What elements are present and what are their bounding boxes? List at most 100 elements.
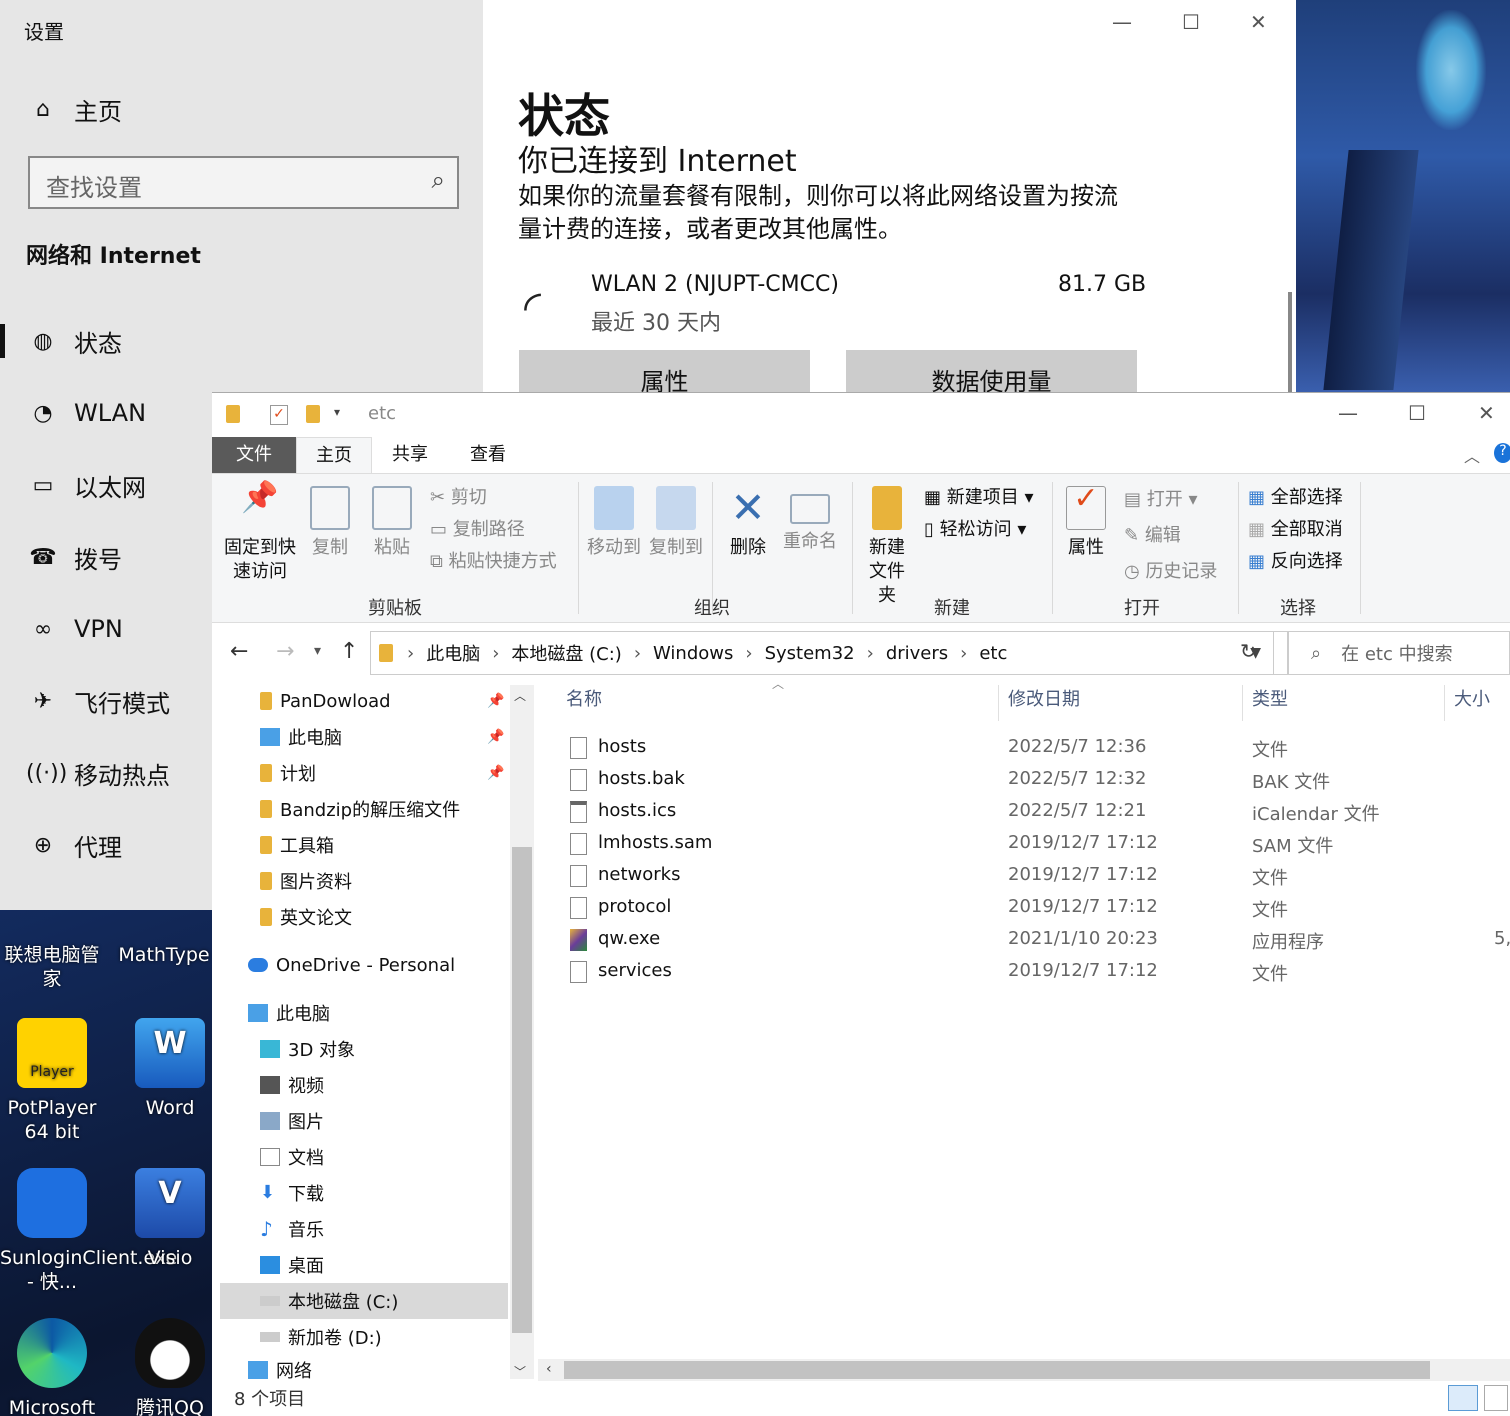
tab-share[interactable]: 共享: [372, 437, 448, 473]
properties-button[interactable]: 属性: [519, 350, 810, 396]
pin-quick-access-button[interactable]: 📌 固定到快速访问: [220, 483, 300, 584]
tree-scrollbar-thumb[interactable]: [512, 847, 532, 1333]
column-divider[interactable]: [1444, 685, 1445, 721]
file-row[interactable]: hosts.bak 2022/5/7 12:32 BAK 文件: [538, 764, 1510, 796]
column-date[interactable]: 修改日期: [1008, 685, 1080, 711]
tree-onedrive[interactable]: OneDrive - Personal: [248, 947, 455, 983]
delete-button[interactable]: ✕ 删除: [720, 486, 776, 560]
refresh-icon[interactable]: ↻: [1240, 639, 1257, 663]
file-row[interactable]: hosts.ics 2022/5/7 12:21 iCalendar 文件: [538, 796, 1510, 828]
desktop-icon-qq[interactable]: 腾讯QQ: [118, 1318, 222, 1416]
settings-close-button[interactable]: ✕: [1250, 10, 1267, 34]
quick-access-item[interactable]: 此电脑: [260, 719, 342, 755]
up-button[interactable]: ↑: [340, 639, 358, 664]
tree-this-pc[interactable]: 此电脑: [248, 995, 330, 1031]
invert-selection-button[interactable]: ▦ 反向选择: [1248, 550, 1343, 574]
file-row[interactable]: networks 2019/12/7 17:12 文件: [538, 860, 1510, 892]
settings-search-input[interactable]: 查找设置 ⌕: [28, 156, 459, 209]
tree-item[interactable]: 新加卷 (D:): [260, 1319, 382, 1355]
scroll-down-icon[interactable]: ﹀: [514, 1363, 526, 1380]
copy-path-button[interactable]: ▭ 复制路径: [430, 518, 525, 542]
copy-button[interactable]: 复制: [304, 486, 356, 560]
breadcrumb-item[interactable]: 本地磁盘 (C:): [511, 640, 621, 666]
tree-item[interactable]: 3D 对象: [260, 1031, 355, 1067]
quick-access-item[interactable]: 英文论文: [260, 899, 352, 935]
tree-network[interactable]: 网络: [248, 1361, 312, 1379]
rename-button[interactable]: 重命名: [780, 486, 840, 554]
large-icons-view-icon[interactable]: [1484, 1385, 1508, 1411]
breadcrumb-item[interactable]: drivers: [886, 643, 948, 664]
desktop-icon-word[interactable]: W Word: [118, 1018, 222, 1120]
quick-access-item[interactable]: 计划: [260, 755, 316, 791]
select-all-button[interactable]: ▦ 全部选择: [1248, 486, 1343, 510]
copy-to-button[interactable]: 复制到: [646, 486, 706, 560]
nav-status[interactable]: ◍ 状态: [0, 310, 483, 372]
column-type[interactable]: 类型: [1252, 685, 1288, 711]
tree-item[interactable]: ♪ 音乐: [260, 1211, 324, 1247]
properties-quick-icon[interactable]: ✓: [270, 405, 288, 425]
tab-file[interactable]: 文件: [212, 437, 296, 473]
breadcrumb-item[interactable]: etc: [979, 643, 1007, 664]
quick-access-item[interactable]: Bandzip的解压缩文件: [260, 791, 460, 827]
desktop-icon-visio[interactable]: V Visio: [118, 1168, 222, 1270]
nav-home[interactable]: ⌂ 主页: [0, 78, 483, 140]
file-row[interactable]: qw.exe 2021/1/10 20:23 应用程序 5,: [538, 924, 1510, 956]
tree-item[interactable]: 桌面: [260, 1247, 324, 1283]
tree-item-selected[interactable]: 本地磁盘 (C:): [260, 1283, 398, 1319]
explorer-search-input[interactable]: ⌕ 在 etc 中搜索: [1288, 631, 1510, 675]
tree-item[interactable]: 文档: [260, 1139, 324, 1175]
quick-access-item[interactable]: 图片资料: [260, 863, 352, 899]
tab-view[interactable]: 查看: [450, 437, 526, 473]
breadcrumb-item[interactable]: Windows: [653, 643, 733, 664]
settings-minimize-button[interactable]: —: [1112, 10, 1132, 34]
tree-item[interactable]: ⬇ 下载: [260, 1175, 324, 1211]
new-folder-quick-icon[interactable]: [306, 405, 320, 423]
file-row[interactable]: protocol 2019/12/7 17:12 文件: [538, 892, 1510, 924]
explorer-maximize-button[interactable]: ☐: [1408, 401, 1426, 425]
breadcrumb-item[interactable]: 此电脑: [426, 640, 480, 666]
file-row[interactable]: services 2019/12/7 17:12 文件: [538, 956, 1510, 988]
edit-button[interactable]: ✎ 编辑: [1124, 524, 1181, 548]
column-divider[interactable]: [998, 685, 999, 721]
move-to-button[interactable]: 移动到: [584, 486, 644, 560]
forward-button[interactable]: →: [276, 639, 294, 664]
data-usage-button[interactable]: 数据使用量: [846, 350, 1137, 396]
settings-maximize-button[interactable]: ☐: [1182, 10, 1200, 34]
back-button[interactable]: ←: [230, 639, 248, 664]
address-bar[interactable]: › 此电脑 › 本地磁盘 (C:) › Windows › System32 › dri…: [370, 631, 1274, 675]
horizontal-scrollbar-thumb[interactable]: [564, 1361, 1430, 1379]
history-button[interactable]: ◷ 历史记录: [1124, 560, 1217, 584]
file-row[interactable]: hosts 2022/5/7 12:36 文件: [538, 732, 1510, 764]
help-icon[interactable]: ?: [1494, 443, 1510, 463]
breadcrumb-item[interactable]: System32: [765, 643, 855, 664]
tree-item[interactable]: 图片: [260, 1103, 324, 1139]
properties-button[interactable]: ✓ 属性: [1060, 484, 1112, 560]
explorer-minimize-button[interactable]: —: [1338, 401, 1358, 425]
column-name[interactable]: 名称: [566, 685, 602, 711]
select-none-button[interactable]: ▦ 全部取消: [1248, 518, 1343, 542]
easy-access-button[interactable]: ▯ 轻松访问 ▾: [924, 518, 1026, 542]
cut-button[interactable]: ✂ 剪切: [430, 486, 487, 510]
desktop-icon-mathtype[interactable]: MathType: [112, 905, 216, 967]
explorer-close-button[interactable]: ✕: [1478, 401, 1495, 425]
desktop-icon-lenovo[interactable]: 联想电脑管家: [0, 905, 104, 991]
desktop-icon-potplayer[interactable]: Player PotPlayer 64 bit: [0, 1018, 104, 1144]
open-button[interactable]: ▤ 打开 ▾: [1124, 488, 1198, 512]
tree-item[interactable]: 视频: [260, 1067, 324, 1103]
new-item-button[interactable]: ▦ 新建项目 ▾: [924, 486, 1034, 510]
desktop-icon-sunlogin[interactable]: SunloginClient.exe - 快...: [0, 1168, 177, 1294]
tab-home[interactable]: 主页: [296, 437, 372, 473]
file-row[interactable]: lmhosts.sam 2019/12/7 17:12 SAM 文件: [538, 828, 1510, 860]
quick-access-item[interactable]: PanDowload: [260, 683, 391, 719]
details-view-icon[interactable]: [1448, 1385, 1478, 1411]
scroll-left-icon[interactable]: ‹: [546, 1361, 552, 1377]
desktop-icon-edge[interactable]: Microsoft Ed: [0, 1318, 104, 1416]
paste-button[interactable]: 粘贴: [366, 486, 418, 560]
new-folder-button[interactable]: 新建文件夹: [858, 486, 916, 608]
column-size[interactable]: 大小: [1454, 685, 1490, 711]
scroll-up-icon[interactable]: ︿: [514, 687, 526, 704]
paste-shortcut-button[interactable]: ⧉ 粘贴快捷方式: [430, 550, 557, 574]
quick-access-item[interactable]: 工具箱: [260, 827, 334, 863]
recent-locations-button[interactable]: ▾: [314, 643, 321, 659]
collapse-ribbon-icon[interactable]: ︿: [1464, 443, 1480, 467]
